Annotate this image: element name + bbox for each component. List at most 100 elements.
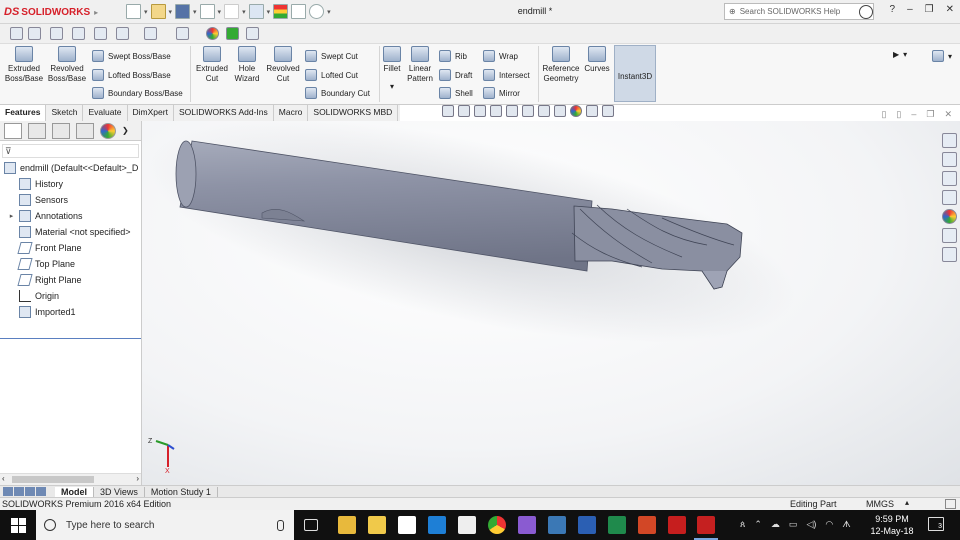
swept-cut-button[interactable]: Swept Cut	[305, 50, 358, 62]
lofted-boss-button[interactable]: Lofted Boss/Base	[92, 69, 171, 81]
display-style-icon[interactable]	[538, 105, 550, 117]
zoom-area-icon[interactable]	[28, 27, 41, 40]
hole-wizard-button[interactable]: Hole Wizard	[232, 46, 262, 84]
forum-icon[interactable]	[942, 247, 957, 262]
options-gear-icon[interactable]	[309, 4, 325, 19]
status-settings-icon[interactable]	[945, 499, 956, 509]
hide-show-items-icon[interactable]	[554, 105, 566, 117]
zoom-to-fit-icon[interactable]	[442, 105, 454, 117]
rebuild-traffic-light-icon[interactable]	[273, 4, 289, 19]
configuration-manager-tab-icon[interactable]	[52, 123, 70, 139]
python-taskbar-icon[interactable]	[548, 516, 566, 534]
chrome-taskbar-icon[interactable]	[488, 516, 506, 534]
expand-arrow-icon[interactable]: ▸	[7, 212, 16, 220]
last-tab-arrow-icon[interactable]	[36, 487, 46, 496]
rib-button[interactable]: Rib	[439, 50, 467, 62]
prev-tab-arrow-icon[interactable]	[14, 487, 24, 496]
tile-view-icon[interactable]: ▯	[896, 109, 901, 120]
taskbar-clock[interactable]: 9:59 PM 12-May-18	[862, 513, 922, 537]
shell-button[interactable]: Shell	[439, 87, 473, 99]
dropdown-arrow-icon[interactable]: ▾	[144, 8, 148, 16]
display-manager-tab-icon[interactable]	[100, 123, 116, 139]
dropdown-arrow-icon[interactable]: ▾	[381, 82, 403, 92]
dropdown-arrow-icon[interactable]: ▾	[327, 8, 331, 16]
battery-icon[interactable]: ▭	[789, 519, 798, 530]
tab-dimxpert[interactable]: DimXpert	[128, 105, 174, 121]
edit-appearance-icon[interactable]	[570, 105, 582, 117]
tree-item-imported1[interactable]: Imported1	[0, 304, 141, 320]
tree-item-front-plane[interactable]: Front Plane	[0, 240, 141, 256]
extruded-cut-button[interactable]: Extruded Cut	[192, 46, 232, 84]
search-icon[interactable]	[859, 4, 873, 19]
linear-pattern-button[interactable]: Linear Pattern	[404, 46, 436, 84]
panel-expand-arrow-icon[interactable]: ❯	[122, 123, 129, 138]
units-selector[interactable]: MMGS	[866, 499, 894, 509]
swept-boss-button[interactable]: Swept Boss/Base	[92, 50, 171, 62]
feature-tree-tab-icon[interactable]	[4, 123, 22, 139]
start-button[interactable]	[0, 510, 36, 540]
store-taskbar-icon[interactable]	[458, 516, 476, 534]
horizontal-scrollbar[interactable]: ‹ ›	[0, 473, 141, 485]
dropdown-arrow-icon[interactable]: ▾	[267, 8, 271, 16]
tree-item-material[interactable]: Material <not specified>	[0, 224, 141, 240]
wrap-button[interactable]: Wrap	[483, 50, 518, 62]
tree-item-right-plane[interactable]: Right Plane	[0, 272, 141, 288]
tab-model[interactable]: Model	[55, 486, 94, 497]
curves-button[interactable]: Curves	[583, 46, 611, 74]
reference-geometry-button[interactable]: Reference Geometry	[540, 46, 582, 84]
revolved-cut-button[interactable]: Revolved Cut	[263, 46, 303, 84]
section-view-icon[interactable]	[490, 105, 502, 117]
print-icon[interactable]	[199, 4, 215, 19]
acrobat-taskbar-icon[interactable]	[668, 516, 686, 534]
custom-properties-icon[interactable]	[942, 228, 957, 243]
scrollbar-thumb[interactable]	[12, 476, 94, 483]
hide-show-items-icon[interactable]	[176, 27, 189, 40]
tree-item-sensors[interactable]: Sensors	[0, 192, 141, 208]
save-icon[interactable]	[175, 4, 191, 19]
graphics-area[interactable]: ▯ ▯ – ❐ ✕ Z X	[142, 105, 960, 485]
file-properties-icon[interactable]	[291, 4, 307, 19]
viewport-restore-icon[interactable]: ❐	[926, 109, 934, 120]
dynamic-annotation-icon[interactable]	[506, 105, 518, 117]
volume-icon[interactable]: ◁)	[806, 519, 816, 530]
dropdown-arrow-icon[interactable]: ▾	[218, 8, 222, 16]
tab-macro[interactable]: Macro	[274, 105, 309, 121]
viewport-minimize-icon[interactable]: –	[911, 109, 916, 120]
word-taskbar-icon[interactable]	[578, 516, 596, 534]
tab-sketch[interactable]: Sketch	[46, 105, 84, 121]
undo-icon[interactable]	[224, 4, 240, 19]
section-view-icon[interactable]	[72, 27, 85, 40]
tree-filter[interactable]: ⊽	[2, 144, 139, 158]
view-orientation-icon[interactable]	[522, 105, 534, 117]
wifi-icon[interactable]: ◠	[825, 519, 833, 530]
previous-view-icon[interactable]	[50, 27, 63, 40]
tab-3d-views[interactable]: 3D Views	[94, 486, 145, 497]
tree-item-origin[interactable]: Origin	[0, 288, 141, 304]
show-hidden-icons-chevron-icon[interactable]: ⌃	[754, 519, 762, 530]
dynamic-annotation-icon[interactable]	[94, 27, 107, 40]
visual-studio-taskbar-icon[interactable]	[518, 516, 536, 534]
appearances-scenes-icon[interactable]	[942, 209, 957, 224]
units-dropdown-arrow-icon[interactable]: ▴	[905, 498, 909, 507]
draft-button[interactable]: Draft	[439, 69, 472, 81]
boundary-cut-button[interactable]: Boundary Cut	[305, 87, 370, 99]
tab-mbd[interactable]: SOLIDWORKS MBD	[308, 105, 399, 121]
excel-taskbar-icon[interactable]	[608, 516, 626, 534]
view-orientation-icon[interactable]	[116, 27, 129, 40]
solidworks-resources-icon[interactable]	[942, 133, 957, 148]
apply-scene-icon[interactable]	[586, 105, 598, 117]
extruded-boss-button[interactable]: Extruded Boss/Base	[4, 46, 44, 84]
intersect-button[interactable]: Intersect	[483, 69, 530, 81]
dimxpert-manager-tab-icon[interactable]	[76, 123, 94, 139]
powerpoint-taskbar-icon[interactable]	[638, 516, 656, 534]
edit-appearance-icon[interactable]	[206, 27, 219, 40]
next-tab-arrow-icon[interactable]	[25, 487, 35, 496]
apply-scene-icon[interactable]	[226, 27, 239, 40]
first-tab-arrow-icon[interactable]	[3, 487, 13, 496]
restore-icon[interactable]: ❐	[925, 4, 934, 15]
mirror-button[interactable]: Mirror	[483, 87, 520, 99]
split-view-icon[interactable]: ▯	[881, 109, 886, 120]
display-style-icon[interactable]	[144, 27, 157, 40]
menu-arrow-icon[interactable]: ▸	[94, 8, 98, 17]
zoom-area-icon[interactable]	[458, 105, 470, 117]
